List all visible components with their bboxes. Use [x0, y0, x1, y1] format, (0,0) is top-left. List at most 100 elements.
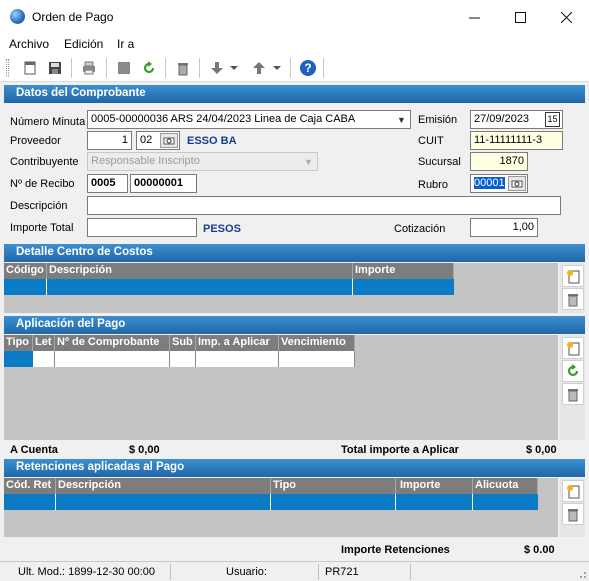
- column-header-descripcion[interactable]: Descripción: [47, 263, 353, 279]
- close-button[interactable]: [543, 0, 589, 34]
- aplicacion-add-button[interactable]: [562, 337, 584, 359]
- rubro-lookup-button[interactable]: [508, 176, 526, 191]
- move-up-dropdown[interactable]: [271, 58, 283, 78]
- app-globe-icon: [10, 9, 25, 24]
- menu-archivo[interactable]: Archivo: [9, 37, 49, 51]
- contribuyente-select: Responsable Inscripto ▼: [87, 152, 318, 171]
- retenciones-add-button[interactable]: [562, 480, 584, 502]
- new-button[interactable]: [20, 58, 40, 78]
- status-form-code: PR721: [325, 566, 359, 578]
- rubro-value: 00001: [474, 177, 505, 189]
- refresh-icon: [567, 364, 579, 377]
- column-header-imp-aplicar[interactable]: Imp. a Aplicar: [196, 335, 279, 351]
- table-row[interactable]: [4, 494, 538, 510]
- datos-section-header: Datos del Comprobante: [4, 85, 585, 103]
- column-header-tipo[interactable]: Tipo: [271, 478, 396, 494]
- table-cell[interactable]: [4, 351, 33, 367]
- sucursal-label: Sucursal: [418, 156, 461, 168]
- stop-button[interactable]: [114, 58, 134, 78]
- rubro-field[interactable]: 00001: [470, 174, 528, 193]
- toolbar-separator: [71, 58, 72, 78]
- column-header-vencimiento[interactable]: Vencimiento: [279, 335, 355, 351]
- resize-grip-icon[interactable]: [577, 569, 587, 579]
- menu-ir-a[interactable]: Ir a: [117, 37, 134, 51]
- table-cell[interactable]: [47, 279, 353, 295]
- toolbar-separator: [323, 58, 324, 78]
- lookup-button[interactable]: [160, 133, 178, 148]
- delete-icon: [178, 63, 188, 76]
- costos-delete-button[interactable]: [562, 288, 584, 310]
- aplicacion-refresh-button[interactable]: [562, 360, 584, 382]
- chevron-down-icon: [273, 66, 281, 70]
- recibo-numero-field[interactable]: 00000001: [130, 174, 197, 193]
- table-cell[interactable]: [196, 351, 279, 367]
- column-header-cod-ret[interactable]: Cód. Ret: [4, 478, 56, 494]
- table-cell[interactable]: [279, 351, 355, 367]
- proveedor-code-field[interactable]: 1: [87, 131, 132, 150]
- help-icon: ?: [300, 60, 316, 76]
- print-button[interactable]: [79, 58, 99, 78]
- delete-button[interactable]: [173, 58, 193, 78]
- minimize-button[interactable]: [451, 0, 497, 34]
- aplicacion-delete-button[interactable]: [562, 383, 584, 405]
- table-row[interactable]: [4, 351, 355, 367]
- maximize-icon: [514, 11, 526, 23]
- recibo-pv-field[interactable]: 0005: [87, 174, 128, 193]
- toolbar-separator: [106, 58, 107, 78]
- chevron-down-icon[interactable]: ▼: [394, 112, 409, 127]
- status-separator: [170, 564, 171, 580]
- table-row[interactable]: [4, 279, 454, 295]
- importe-total-field[interactable]: [87, 218, 197, 237]
- retenciones-grid[interactable]: Cód. Ret Descripción Tipo Importe Alicuo…: [4, 478, 558, 537]
- column-header-descripcion[interactable]: Descripción: [56, 478, 271, 494]
- numero-minuta-select[interactable]: 0005-00000036 ARS 24/04/2023 Linea de Ca…: [87, 110, 411, 129]
- costos-add-button[interactable]: [562, 265, 584, 287]
- retenciones-delete-button[interactable]: [562, 503, 584, 525]
- proveedor-sub-field[interactable]: 02: [136, 131, 180, 150]
- cotizacion-field[interactable]: 1,00: [470, 218, 538, 237]
- menu-bar: Archivo Edición Ir a: [0, 34, 589, 54]
- descripcion-field[interactable]: [87, 196, 561, 215]
- move-up-button[interactable]: [249, 58, 269, 78]
- table-cell[interactable]: [55, 351, 170, 367]
- column-header-let[interactable]: Let: [33, 335, 55, 351]
- column-header-tipo[interactable]: Tipo: [4, 335, 33, 351]
- refresh-button[interactable]: [139, 58, 159, 78]
- column-header-alicuota[interactable]: Alicuota: [473, 478, 538, 494]
- column-header-comprobante[interactable]: Nº de Comprobante: [55, 335, 170, 351]
- print-icon: [83, 61, 95, 75]
- menu-edicion[interactable]: Edición: [64, 37, 103, 51]
- table-cell[interactable]: [56, 494, 271, 510]
- column-header-codigo[interactable]: Código: [4, 263, 47, 279]
- proveedor-name: ESSO BA: [187, 135, 237, 147]
- toolbar-grip[interactable]: [6, 59, 9, 77]
- emision-date-field[interactable]: 27/09/2023 15: [470, 110, 563, 129]
- retenciones-section-header: Retenciones aplicadas al Pago: [4, 459, 585, 477]
- table-cell[interactable]: [33, 351, 55, 367]
- aplicacion-grid[interactable]: Tipo Let Nº de Comprobante Sub Imp. a Ap…: [4, 335, 558, 440]
- column-header-importe[interactable]: Importe: [353, 263, 454, 279]
- add-row-icon: [567, 342, 580, 356]
- help-button[interactable]: ?: [298, 58, 318, 78]
- status-separator: [410, 564, 411, 580]
- moneda-label: PESOS: [203, 223, 241, 235]
- add-row-icon: [567, 270, 580, 284]
- a-cuenta-label: A Cuenta: [10, 444, 58, 456]
- save-button[interactable]: [45, 58, 65, 78]
- table-cell[interactable]: [170, 351, 196, 367]
- maximize-button[interactable]: [497, 0, 543, 34]
- move-down-icon: [211, 62, 223, 74]
- move-down-button[interactable]: [207, 58, 227, 78]
- costos-grid[interactable]: Código Descripción Importe: [4, 263, 558, 313]
- table-cell[interactable]: [271, 494, 396, 510]
- column-header-importe[interactable]: Importe: [396, 478, 473, 494]
- calendar-icon[interactable]: 15: [545, 112, 560, 127]
- table-cell[interactable]: [4, 279, 47, 295]
- move-down-dropdown[interactable]: [228, 58, 240, 78]
- total-aplicar-value: $ 0,00: [526, 444, 557, 456]
- title-bar: Orden de Pago: [0, 0, 589, 34]
- table-cell[interactable]: [4, 494, 56, 510]
- emision-label: Emisión: [418, 114, 458, 126]
- table-cell[interactable]: [396, 494, 473, 510]
- column-header-sub[interactable]: Sub: [170, 335, 196, 351]
